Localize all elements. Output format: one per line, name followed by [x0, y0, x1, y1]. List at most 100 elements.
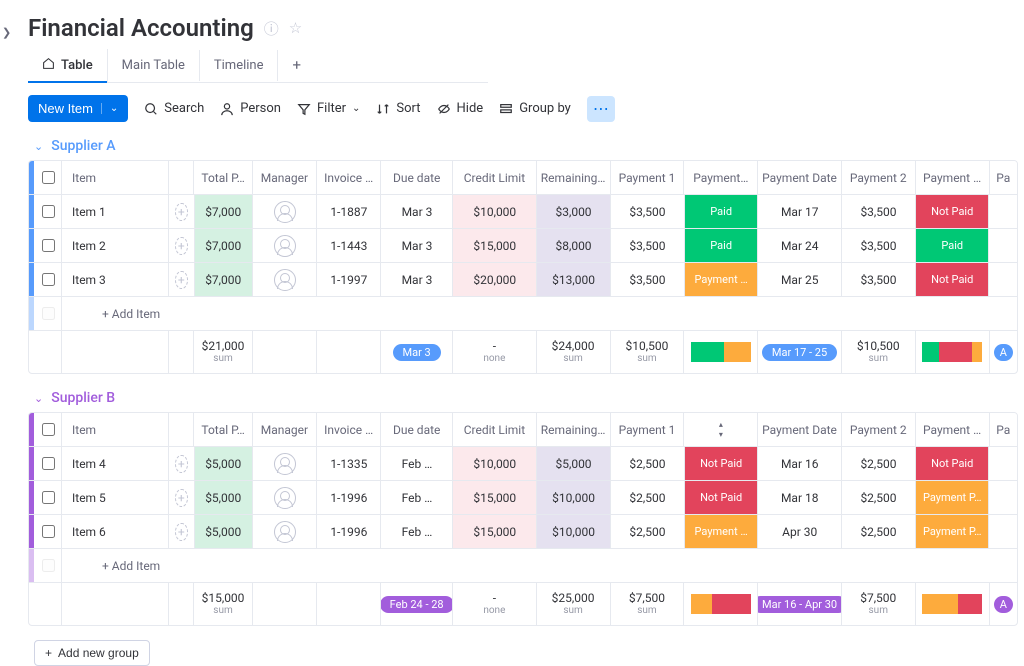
column-header[interactable]: Payment 1: [611, 413, 685, 446]
column-header[interactable]: Remaining…: [537, 413, 611, 446]
credit-limit-cell[interactable]: $15,000: [453, 229, 537, 262]
column-header[interactable]: Payment 1: [611, 161, 685, 194]
group-header[interactable]: ⌄Supplier B: [34, 390, 1024, 406]
credit-limit-cell[interactable]: $15,000: [453, 515, 537, 548]
group-header[interactable]: ⌄Supplier A: [34, 138, 1024, 154]
payment-status2-cell[interactable]: Payment P…: [916, 481, 990, 514]
total-cell[interactable]: $7,000: [195, 195, 253, 228]
tab-table[interactable]: Table: [28, 49, 108, 82]
remaining-cell[interactable]: $10,000: [537, 481, 611, 514]
total-cell[interactable]: $5,000: [195, 481, 253, 514]
item-name[interactable]: Item 4: [62, 447, 169, 480]
payment-status-cell[interactable]: Payment …: [685, 515, 759, 548]
credit-limit-cell[interactable]: $15,000: [453, 481, 537, 514]
item-name[interactable]: Item 6: [62, 515, 169, 548]
add-view-button[interactable]: +: [278, 48, 315, 82]
item-name[interactable]: Item 3: [62, 263, 169, 296]
column-header[interactable]: Payment Date: [758, 161, 842, 194]
row-checkbox[interactable]: [34, 515, 62, 548]
payment-status2-cell[interactable]: Not Paid: [916, 263, 990, 296]
due-date-cell[interactable]: Feb …: [381, 515, 453, 548]
item-name[interactable]: Item 2: [62, 229, 169, 262]
chevron-down-icon[interactable]: ⌄: [101, 103, 118, 114]
credit-limit-cell[interactable]: $10,000: [453, 195, 537, 228]
invoice-cell[interactable]: 1-1335: [317, 447, 381, 480]
payment2-cell[interactable]: $2,500: [842, 515, 916, 548]
manager-cell[interactable]: [253, 263, 317, 296]
payment-status-cell[interactable]: Paid: [685, 195, 759, 228]
hide-button[interactable]: Hide: [437, 101, 484, 116]
info-icon[interactable]: ⓘ: [264, 18, 279, 39]
select-all-checkbox[interactable]: [34, 161, 62, 194]
payment-status-cell[interactable]: Paid: [685, 229, 759, 262]
payment-date-cell[interactable]: Mar 18: [758, 481, 842, 514]
payment-date-cell[interactable]: Mar 25: [758, 263, 842, 296]
total-cell[interactable]: $5,000: [195, 447, 253, 480]
payment-status2-cell[interactable]: Payment P…: [916, 515, 990, 548]
payment-date-cell[interactable]: Mar 17: [758, 195, 842, 228]
column-header[interactable]: Credit Limit: [453, 161, 537, 194]
manager-cell[interactable]: [253, 229, 317, 262]
row-checkbox[interactable]: [34, 481, 62, 514]
total-cell[interactable]: $7,000: [195, 229, 253, 262]
payment2-cell[interactable]: $3,500: [842, 229, 916, 262]
column-header[interactable]: Invoice …: [317, 161, 381, 194]
sort-button[interactable]: Sort: [376, 101, 420, 116]
group-by-button[interactable]: Group by: [499, 101, 571, 116]
manager-cell[interactable]: [253, 195, 317, 228]
column-header[interactable]: Payment …: [916, 161, 990, 194]
add-group-button[interactable]: + Add new group: [34, 640, 150, 666]
column-header[interactable]: Due date: [381, 161, 453, 194]
due-date-cell[interactable]: Mar 3: [381, 263, 453, 296]
add-item-button[interactable]: + Add Item: [62, 297, 1002, 330]
remaining-cell[interactable]: $5,000: [537, 447, 611, 480]
total-cell[interactable]: $5,000: [195, 515, 253, 548]
payment2-cell[interactable]: $2,500: [842, 481, 916, 514]
column-header[interactable]: Total P…: [194, 413, 252, 446]
drag-handle-icon[interactable]: [719, 420, 723, 439]
more-options-button[interactable]: ⋯: [587, 96, 615, 122]
column-header[interactable]: Manager: [253, 161, 317, 194]
item-name[interactable]: Item 1: [62, 195, 169, 228]
tab-timeline[interactable]: Timeline: [200, 50, 279, 81]
column-header[interactable]: Payment 2: [842, 413, 916, 446]
column-header[interactable]: Payment…: [684, 161, 758, 194]
credit-limit-cell[interactable]: $20,000: [453, 263, 537, 296]
column-header[interactable]: Pa: [990, 161, 1017, 194]
payment2-cell[interactable]: $3,500: [842, 195, 916, 228]
person-button[interactable]: Person: [220, 101, 281, 116]
column-header[interactable]: Payment Date: [758, 413, 842, 446]
invoice-cell[interactable]: 1-1443: [317, 229, 381, 262]
remaining-cell[interactable]: $8,000: [537, 229, 611, 262]
expand-subitems-button[interactable]: +: [169, 481, 195, 514]
column-header[interactable]: Manager: [253, 413, 317, 446]
payment-status-cell[interactable]: Payment …: [685, 263, 759, 296]
due-date-cell[interactable]: Feb …: [381, 447, 453, 480]
payment-status2-cell[interactable]: Paid: [916, 229, 990, 262]
tab-main-table[interactable]: Main Table: [108, 50, 200, 81]
row-checkbox[interactable]: [34, 263, 62, 296]
column-header[interactable]: Invoice …: [317, 413, 381, 446]
invoice-cell[interactable]: 1-1996: [317, 481, 381, 514]
remaining-cell[interactable]: $3,000: [537, 195, 611, 228]
remaining-cell[interactable]: $13,000: [537, 263, 611, 296]
row-checkbox[interactable]: [34, 229, 62, 262]
add-item-button[interactable]: + Add Item: [62, 549, 1002, 582]
payment1-cell[interactable]: $2,500: [611, 481, 685, 514]
column-header[interactable]: Payment 2: [842, 161, 916, 194]
column-header[interactable]: Credit Limit: [453, 413, 537, 446]
search-button[interactable]: Search: [144, 101, 204, 116]
column-header[interactable]: [169, 413, 195, 446]
column-header[interactable]: Item: [62, 161, 169, 194]
payment1-cell[interactable]: $2,500: [611, 447, 685, 480]
invoice-cell[interactable]: 1-1997: [317, 263, 381, 296]
column-header[interactable]: Total P…: [194, 161, 252, 194]
star-icon[interactable]: ☆: [289, 19, 302, 37]
column-header[interactable]: Pa: [990, 413, 1017, 446]
column-header[interactable]: Due date: [381, 413, 453, 446]
column-header[interactable]: Remaining…: [537, 161, 611, 194]
row-checkbox[interactable]: [34, 195, 62, 228]
column-header[interactable]: Item: [62, 413, 169, 446]
new-item-button[interactable]: New Item ⌄: [28, 95, 128, 122]
filter-button[interactable]: Filter⌄: [297, 101, 360, 116]
